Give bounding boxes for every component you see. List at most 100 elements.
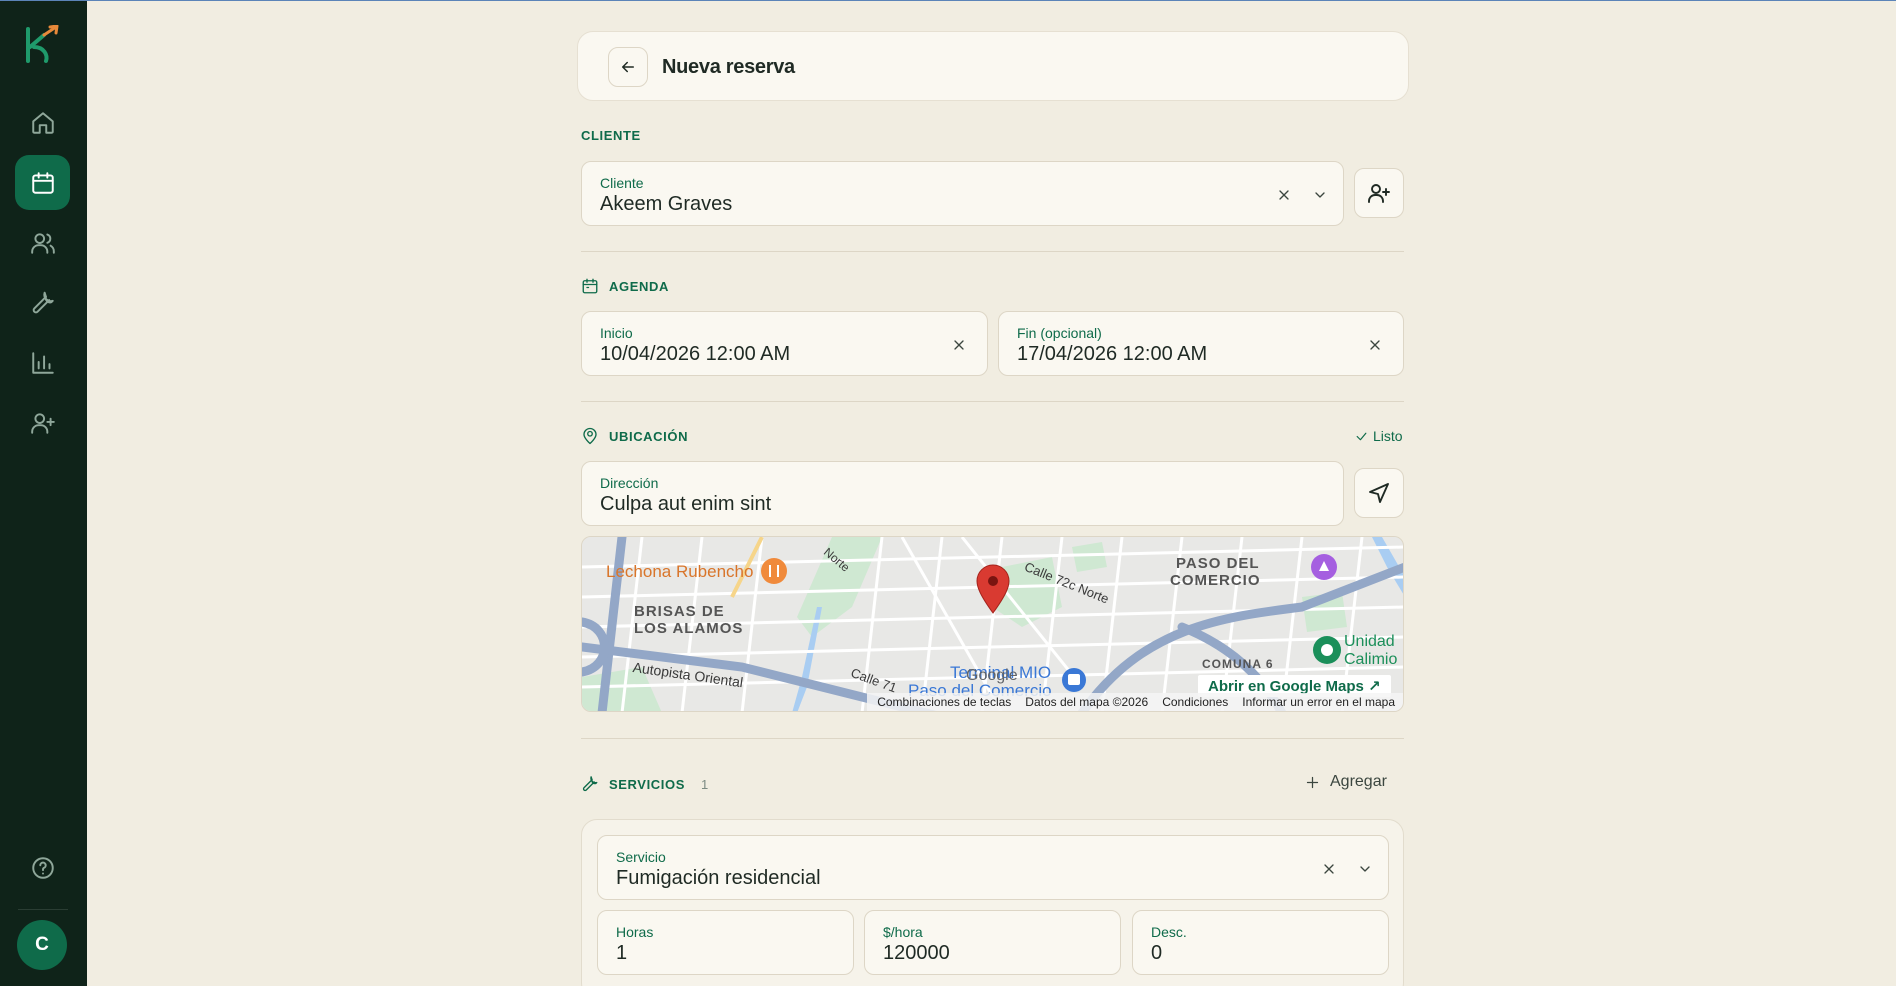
descuento-input[interactable]: Desc. 0 (1132, 910, 1389, 975)
inicio-field-label: Inicio (600, 325, 633, 341)
descuento-field-value: 0 (1151, 942, 1163, 964)
cliente-field-value: Akeem Graves (600, 193, 733, 215)
close-icon (1324, 864, 1334, 874)
user-avatar[interactable]: C (17, 920, 67, 970)
wrench-icon (582, 776, 598, 792)
map-label-restaurant: Lechona Rubencho (606, 562, 754, 581)
plus-icon (1306, 776, 1319, 788)
user-plus-icon (30, 412, 55, 434)
add-service-button[interactable]: Agregar (1305, 773, 1387, 791)
section-ubicacion-text: UBICACIÓN (609, 428, 689, 444)
nav-calendar[interactable] (15, 155, 70, 210)
use-current-location-button[interactable] (1354, 468, 1404, 518)
close-icon (1370, 340, 1380, 350)
precio-field-value: 120000 (883, 942, 950, 964)
fin-datetime-input[interactable]: Fin (opcional) 17/04/2026 12:00 AM (998, 311, 1404, 376)
map-footer-terms[interactable]: Condiciones (1162, 695, 1228, 709)
servicio-dropdown-button[interactable] (1356, 860, 1374, 878)
users-icon (30, 232, 55, 254)
cliente-clear-button[interactable] (1275, 186, 1293, 204)
descuento-field-label: Desc. (1151, 924, 1187, 940)
precio-hora-input[interactable]: $/hora 120000 (864, 910, 1121, 975)
direccion-field-label: Dirección (600, 475, 659, 491)
wrench-icon (32, 291, 54, 313)
arrow-left-icon (622, 61, 634, 73)
horas-field-label: Horas (616, 924, 654, 940)
map-label-area: LOS ALAMOS (634, 620, 744, 637)
map-footer-shortcuts[interactable]: Combinaciones de teclas (877, 695, 1011, 709)
close-icon (1279, 190, 1289, 200)
map-embed[interactable]: Lechona Rubencho BRISAS DE LOS ALAMOS Au… (581, 536, 1404, 712)
section-cliente-text: CLIENTE (581, 128, 641, 143)
page-title: Nueva reserva (662, 56, 795, 78)
cliente-dropdown-button[interactable] (1311, 186, 1329, 204)
map-footer-data: Datos del mapa ©2026 (1025, 695, 1149, 709)
cliente-select[interactable]: Cliente Akeem Graves (581, 161, 1344, 226)
help-circle-icon (31, 856, 54, 879)
servicio-field-value: Fumigación residencial (616, 867, 821, 889)
map-label-poi: Unidad (1344, 633, 1395, 650)
horas-field-value: 1 (616, 942, 628, 964)
section-servicios-text: SERVICIOS (609, 776, 685, 792)
map-label-area: BRISAS DE (634, 603, 725, 620)
direccion-field-value: Culpa aut enim sint (600, 493, 772, 515)
precio-field-label: $/hora (883, 924, 923, 940)
app-logo[interactable] (22, 24, 62, 65)
horas-input[interactable]: Horas 1 (597, 910, 854, 975)
servicio-select[interactable]: Servicio Fumigación residencial (597, 835, 1389, 900)
nav-clients[interactable] (15, 215, 70, 270)
calendar-icon (582, 278, 598, 294)
service-item-card: Servicio Fumigación residencial Horas 1 … (581, 819, 1404, 986)
section-agenda-text: AGENDA (609, 278, 669, 294)
location-status-text: Listo (1373, 428, 1403, 444)
navigation-arrow-icon (1369, 483, 1389, 503)
servicio-field-label: Servicio (616, 849, 666, 865)
map-label-area: COMUNA 6 (1202, 657, 1274, 671)
user-plus-icon (1368, 184, 1390, 203)
divider (581, 738, 1404, 739)
location-status: Listo (1355, 428, 1403, 444)
cliente-field-label: Cliente (600, 175, 644, 191)
page-header: Nueva reserva (577, 31, 1409, 101)
nav-help[interactable] (15, 840, 70, 895)
sidebar-divider (18, 909, 68, 910)
nav-home[interactable] (15, 95, 70, 150)
fin-field-label: Fin (opcional) (1017, 325, 1102, 341)
nav-services[interactable] (15, 275, 70, 330)
chevron-down-icon (1315, 192, 1325, 198)
nav-add-user[interactable] (15, 395, 70, 450)
add-service-label: Agregar (1330, 773, 1387, 790)
direccion-input[interactable]: Dirección Culpa aut enim sint (581, 461, 1344, 526)
map-label-poi: Calimio (1344, 651, 1398, 668)
add-client-button[interactable] (1354, 168, 1404, 218)
chevron-down-icon (1360, 866, 1370, 872)
section-agenda-label: AGENDA (581, 277, 669, 295)
calendar-icon (31, 171, 54, 194)
servicio-clear-button[interactable] (1320, 860, 1338, 878)
google-logo: Google (966, 667, 1018, 684)
window-top-border (0, 0, 1896, 1)
map-footer-report[interactable]: Informar un error en el mapa (1242, 695, 1395, 709)
location-user-icon (583, 427, 597, 445)
divider (581, 401, 1404, 402)
inicio-field-value: 10/04/2026 12:00 AM (600, 343, 791, 365)
map-attribution: Combinaciones de teclas Datos del mapa ©… (867, 693, 1403, 711)
nav-reports[interactable] (15, 335, 70, 390)
map-label-area: COMERCIO (1170, 572, 1261, 589)
fin-field-value: 17/04/2026 12:00 AM (1017, 343, 1208, 365)
inicio-clear-button[interactable] (950, 336, 968, 354)
section-servicios-label: SERVICIOS 1 (581, 775, 709, 793)
fin-clear-button[interactable] (1366, 336, 1384, 354)
divider (581, 251, 1404, 252)
inicio-datetime-input[interactable]: Inicio 10/04/2026 12:00 AM (581, 311, 988, 376)
logo-icon (26, 24, 59, 63)
back-button[interactable] (608, 47, 648, 87)
close-icon (954, 340, 964, 350)
check-icon (1356, 432, 1367, 440)
avatar-initial: C (35, 934, 49, 955)
bar-chart-icon (31, 351, 54, 374)
home-icon (31, 111, 54, 134)
servicios-count: 1 (700, 776, 709, 792)
sidebar: C (0, 1, 87, 986)
map-label-area: PASO DEL (1176, 555, 1260, 572)
